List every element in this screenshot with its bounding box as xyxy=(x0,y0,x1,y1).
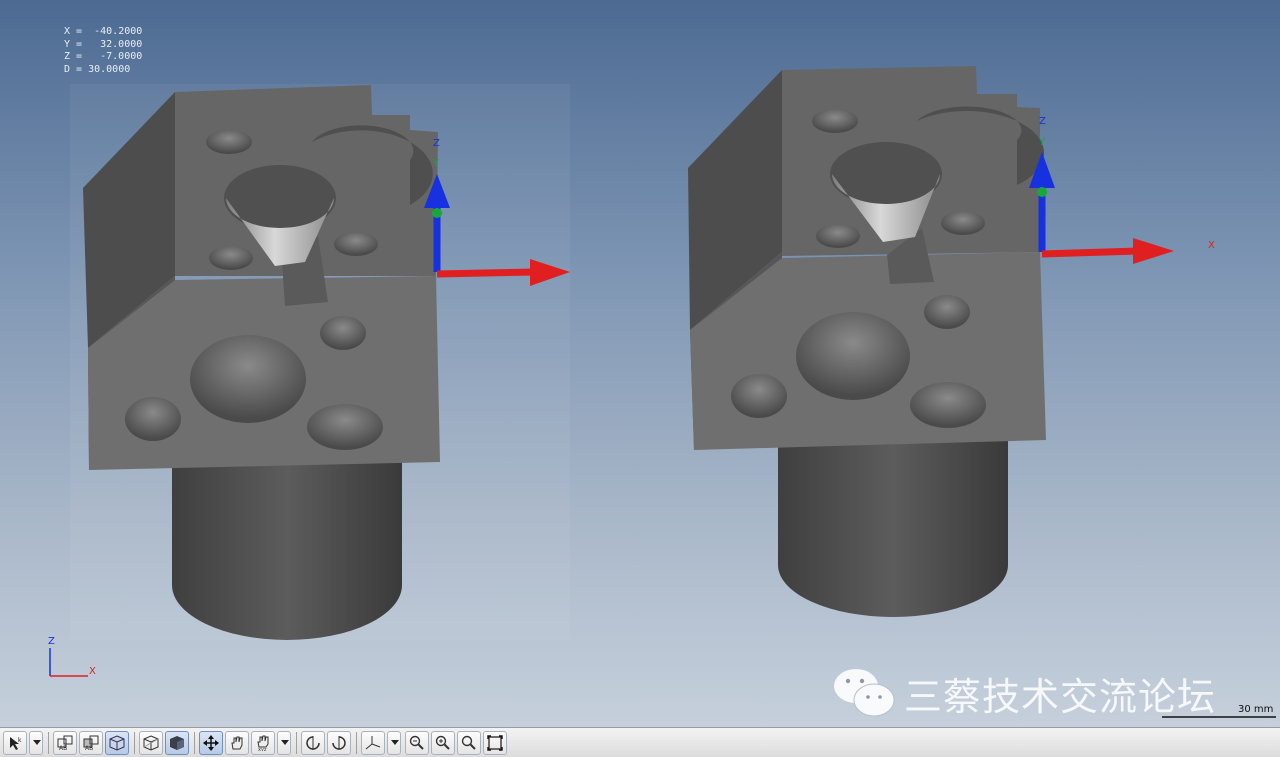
gizmo-x-label-right: X xyxy=(1208,240,1215,251)
coord-y-value: 32.0000 xyxy=(100,38,143,50)
gizmo-y-label-right: Y xyxy=(1039,137,1046,148)
fit-view-button[interactable] xyxy=(483,731,507,755)
gizmo-y-label-left: Y xyxy=(433,158,440,169)
part-model-right xyxy=(688,66,1174,617)
svg-text:AB: AB xyxy=(59,745,67,751)
zoom-button[interactable] xyxy=(457,731,481,755)
coord-z-value: -7.0000 xyxy=(100,51,143,63)
ab-grid-alt-icon: AB xyxy=(83,735,99,751)
zoom-icon xyxy=(461,735,476,750)
shaded-button[interactable] xyxy=(165,731,189,755)
dropdown-icon xyxy=(281,740,289,745)
coord-y-row: Y = 32.0000 xyxy=(64,38,143,50)
select-icon: k xyxy=(10,737,22,750)
cylinder-base xyxy=(172,455,402,640)
solid-box-button[interactable] xyxy=(105,731,129,755)
zoom-out-button[interactable] xyxy=(405,731,429,755)
coord-x-value: -40.2000 xyxy=(94,26,143,37)
zoom-in-button[interactable] xyxy=(431,731,455,755)
scale-bar-label: 30 mm xyxy=(1238,704,1274,715)
axis-view-icon xyxy=(365,736,381,750)
pan-button[interactable] xyxy=(199,731,223,755)
dropdown-icon xyxy=(33,740,41,745)
view-ab-alt-button[interactable]: AB xyxy=(79,731,103,755)
rotate-left-icon xyxy=(306,736,320,750)
view-toolbar: k AB AB xyz xyxy=(0,727,1280,757)
wireframe-button[interactable] xyxy=(139,731,163,755)
rotate-right-button[interactable] xyxy=(327,731,351,755)
dropdown-icon xyxy=(391,740,399,745)
shaded-icon xyxy=(170,736,184,750)
svg-text:k: k xyxy=(18,737,22,744)
gizmo-z-label-right: Z xyxy=(1039,116,1046,127)
fit-view-icon xyxy=(487,735,503,751)
pan-mode-dropdown[interactable] xyxy=(277,731,291,755)
hand-button[interactable] xyxy=(225,731,249,755)
watermark-logo xyxy=(834,669,895,717)
coord-d-row: D = 30.0000 xyxy=(64,63,131,75)
solid-box-icon xyxy=(109,735,125,751)
view-ab-button[interactable]: AB xyxy=(53,731,77,755)
hand-icon xyxy=(231,736,243,750)
ab-grid-icon: AB xyxy=(57,735,73,751)
select-dropdown[interactable] xyxy=(29,731,43,755)
coord-x-row: X = -40.2000 xyxy=(64,26,143,37)
coord-z-row: Z = -7.0000 xyxy=(64,51,143,63)
corner-z-label: Z xyxy=(48,636,55,647)
bore xyxy=(190,335,306,423)
pan-icon xyxy=(203,735,219,751)
x-axis-arrow xyxy=(436,268,536,278)
corner-x-label: X xyxy=(89,666,96,677)
watermark-text: 三蔡技术交流论坛 xyxy=(904,675,1217,719)
gizmo-z-label-left: Z xyxy=(433,138,440,149)
rotate-right-icon xyxy=(332,736,346,750)
hole xyxy=(206,130,252,154)
axis-view-dropdown[interactable] xyxy=(387,731,401,755)
wireframe-icon xyxy=(143,735,159,751)
rotate-left-button[interactable] xyxy=(301,731,325,755)
coordinate-readout: X = -40.2000 Y = 32.0000 Z = -7.0000 D =… xyxy=(64,26,142,76)
coord-d-value: 30.0000 xyxy=(88,63,131,75)
svg-text:AB: AB xyxy=(85,745,93,751)
hand-xyz-button[interactable]: xyz xyxy=(251,731,275,755)
3d-viewport[interactable]: X = -40.2000 Y = 32.0000 Z = -7.0000 D =… xyxy=(0,0,1280,727)
hand-xyz-icon: xyz xyxy=(257,735,269,751)
svg-text:xyz: xyz xyxy=(258,747,267,751)
zoom-out-icon xyxy=(409,735,424,750)
model-scene xyxy=(49,66,1276,718)
select-button[interactable]: k xyxy=(3,731,27,755)
axis-view-button[interactable] xyxy=(361,731,385,755)
zoom-in-icon xyxy=(435,735,450,750)
